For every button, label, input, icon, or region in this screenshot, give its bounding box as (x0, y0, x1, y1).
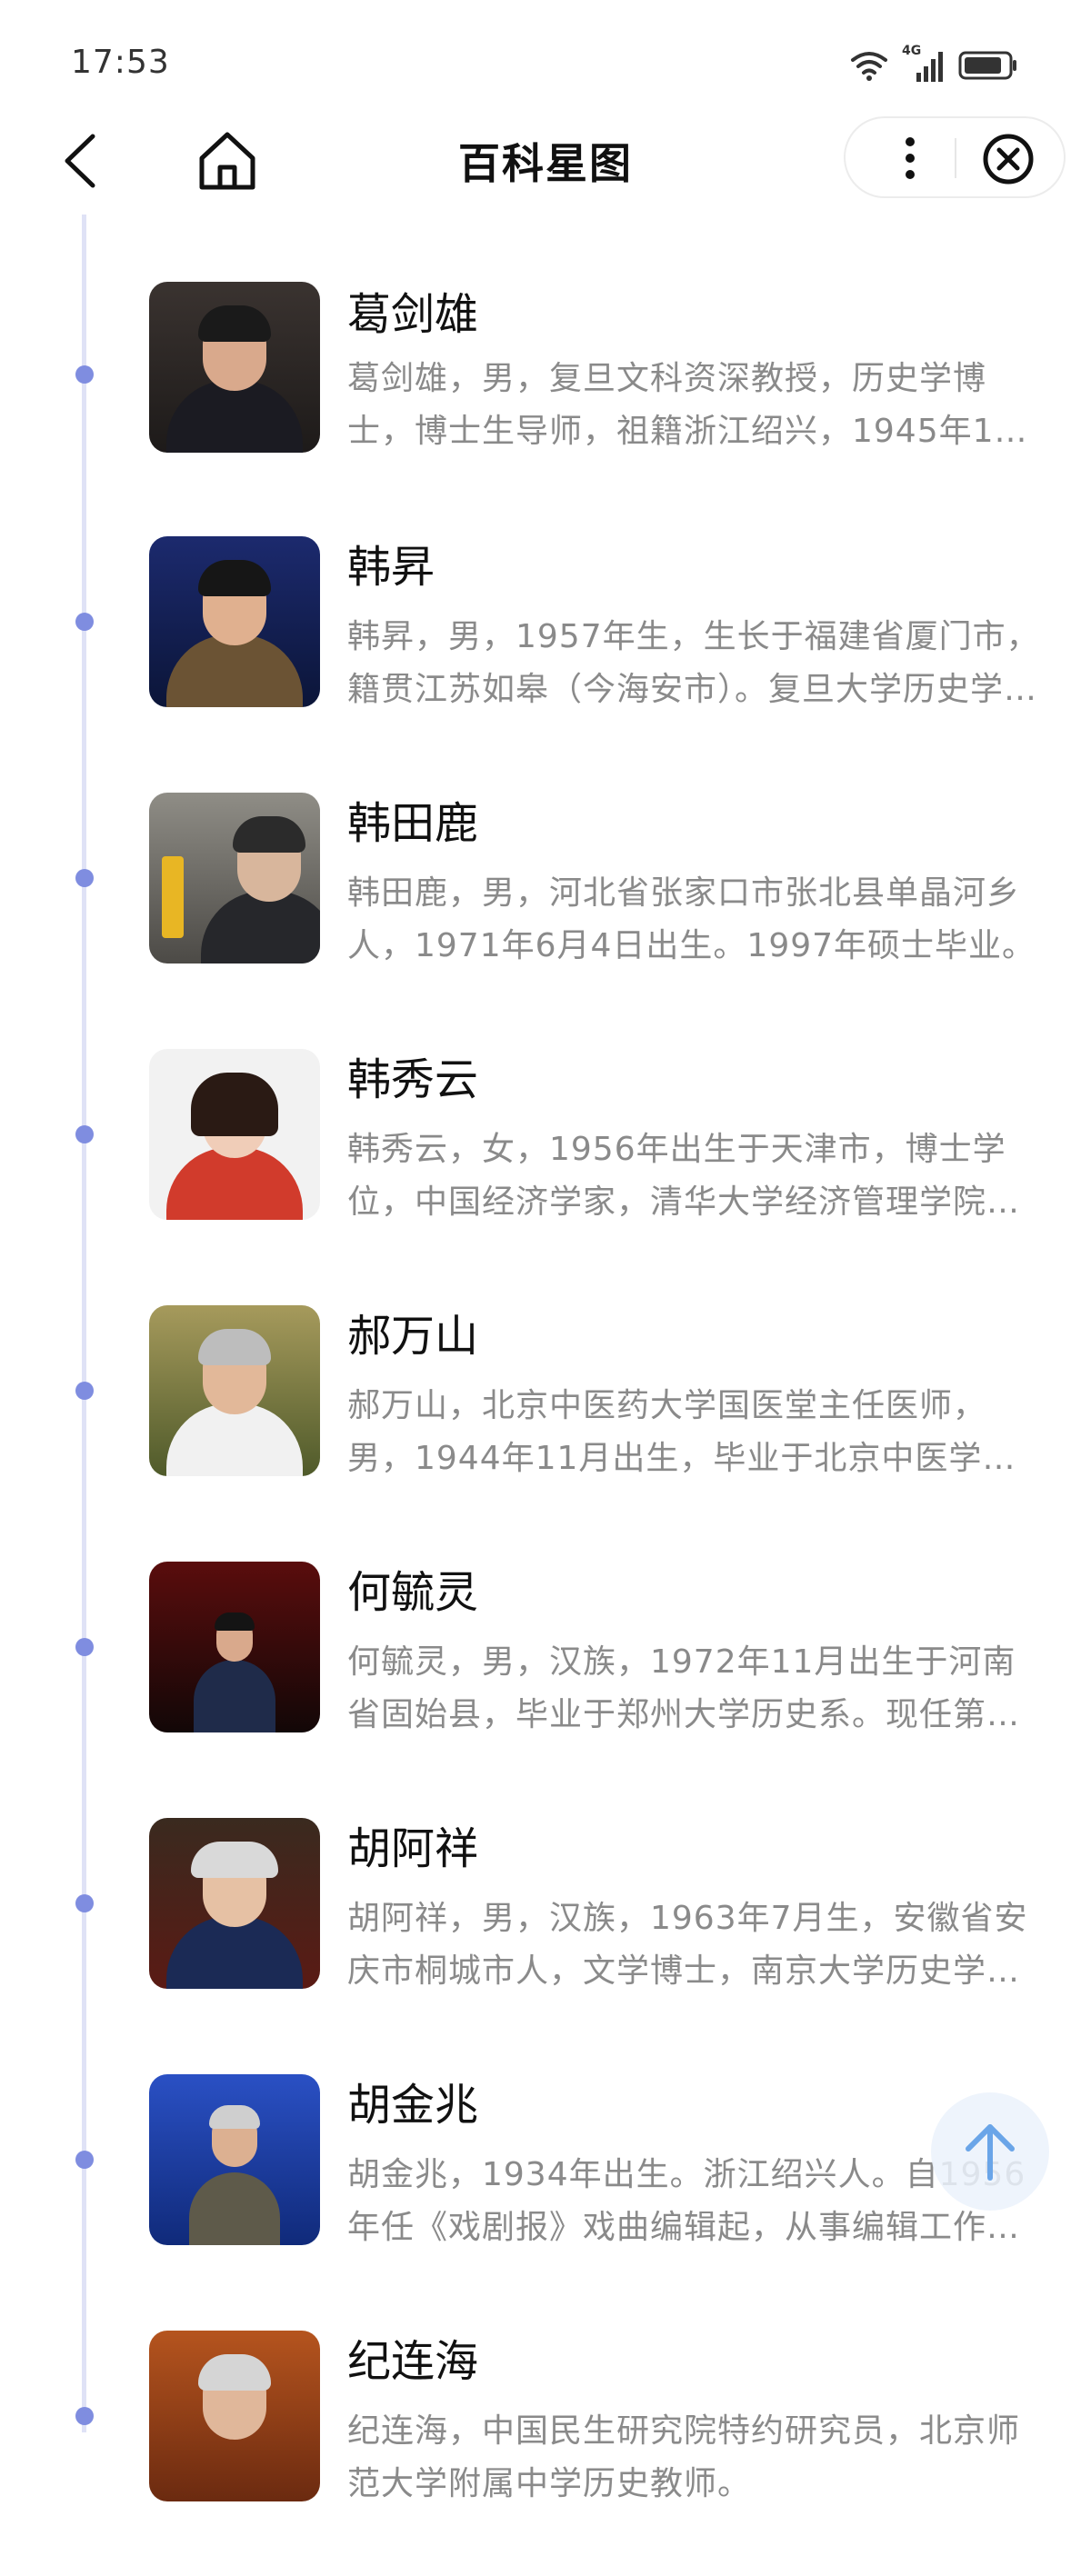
avatar (149, 1562, 320, 1732)
avatar (149, 282, 320, 453)
person-name: 韩田鹿 (347, 798, 479, 849)
list-item[interactable]: 韩田鹿 韩田鹿，男，河北省张家口市张北县单晶河乡人，1971年6月4日出生。19… (0, 782, 1091, 1038)
timeline-dot (75, 1638, 94, 1656)
status-bar: 17:53 4G (0, 0, 1091, 127)
list-item[interactable]: 郝万山 郝万山，北京中医药大学国医堂主任医师，男，1944年11月出生，毕业于北… (0, 1294, 1091, 1551)
arrow-up-icon (966, 2124, 1015, 2181)
person-desc: 韩秀云，女，1956年出生于天津市，博士学位，中国经济学家，清华大学经济管理学院… (347, 1131, 1021, 1221)
list-item[interactable]: 何毓灵 何毓灵，男，汉族，1972年11月出生于河南省固始县，毕业于郑州大学历史… (0, 1551, 1091, 1807)
avatar (149, 1049, 320, 1220)
person-name: 纪连海 (347, 2336, 479, 2387)
person-name: 胡阿祥 (347, 1823, 479, 1874)
person-name: 何毓灵 (347, 1567, 479, 1618)
person-desc: 葛剑雄，男，复旦文科资深教授，历史学博士，博士生导师，祖籍浙江绍兴，1945年1… (347, 360, 1016, 450)
list-item[interactable]: 胡阿祥 胡阿祥，男，汉族，1963年7月生，安徽省安庆市桐城市人，文学博士，南京… (0, 1807, 1091, 2063)
scroll-top-button[interactable] (931, 2092, 1049, 2211)
close-icon[interactable] (980, 131, 1036, 187)
person-name: 韩昇 (347, 542, 435, 593)
more-icon[interactable] (884, 131, 936, 185)
person-name: 葛剑雄 (347, 289, 479, 340)
avatar (149, 793, 320, 964)
list-item[interactable]: 纪连海 纪连海，中国民生研究院特约研究员，北京师范大学附属中学历史教师。 (0, 2320, 1091, 2576)
timeline-dot (75, 613, 94, 631)
person-desc: 胡阿祥，男，汉族，1963年7月生，安徽省安庆市桐城市人，文学博士，南京大学历史… (347, 1900, 1028, 1990)
timeline-dot (75, 1894, 94, 1912)
avatar (149, 536, 320, 707)
avatar (149, 1818, 320, 1989)
signal-icon: 4G (902, 44, 946, 84)
timeline-dot (75, 1382, 94, 1400)
person-desc: 韩田鹿，男，河北省张家口市张北县单晶河乡人，1971年6月4日出生。1997年硕… (347, 874, 1036, 964)
person-name: 郝万山 (347, 1311, 479, 1362)
status-icons: 4G (849, 44, 1018, 87)
status-time: 17:53 (71, 44, 170, 81)
person-name: 韩秀云 (347, 1054, 479, 1105)
timeline-dot (75, 869, 94, 887)
person-desc: 韩昇，男，1957年生，生长于福建省厦门市，籍贯江苏如皋（今海安市）。复旦大学历… (347, 618, 1040, 708)
timeline-dot (75, 365, 94, 384)
list-item[interactable]: 韩昇 韩昇，男，1957年生，生长于福建省厦门市，籍贯江苏如皋（今海安市）。复旦… (0, 525, 1091, 782)
wifi-icon (849, 49, 889, 82)
person-name: 胡金兆 (347, 2080, 479, 2131)
person-desc: 何毓灵，男，汉族，1972年11月出生于河南省固始县，毕业于郑州大学历史系。现任… (347, 1643, 1021, 1733)
avatar (149, 2074, 320, 2245)
list-item[interactable]: 葛剑雄 葛剑雄，男，复旦文科资深教授，历史学博士，博士生导师，祖籍浙江绍兴，19… (0, 269, 1091, 525)
list-item[interactable]: 胡金兆 胡金兆，1934年出生。浙江绍兴人。自1956年任《戏剧报》戏曲编辑起，… (0, 2063, 1091, 2320)
avatar (149, 1305, 320, 1476)
person-desc: 郝万山，北京中医药大学国医堂主任医师，男，1944年11月出生，毕业于北京中医学… (347, 1387, 987, 1477)
person-desc: 纪连海，中国民生研究院特约研究员，北京师范大学附属中学历史教师。 (347, 2412, 1021, 2502)
avatar (149, 2331, 320, 2501)
battery-icon (958, 49, 1018, 82)
timeline-dot (75, 1125, 94, 1143)
menu-capsule (844, 116, 1066, 198)
list-item[interactable]: 韩秀云 韩秀云，女，1956年出生于天津市，博士学位，中国经济学家，清华大学经济… (0, 1038, 1091, 1294)
timeline-dot (75, 2151, 94, 2169)
timeline-dot (75, 2407, 94, 2425)
network-label: 4G (902, 44, 922, 58)
capsule-divider (955, 138, 956, 178)
nav-bar: 百科星图 (0, 109, 1091, 218)
